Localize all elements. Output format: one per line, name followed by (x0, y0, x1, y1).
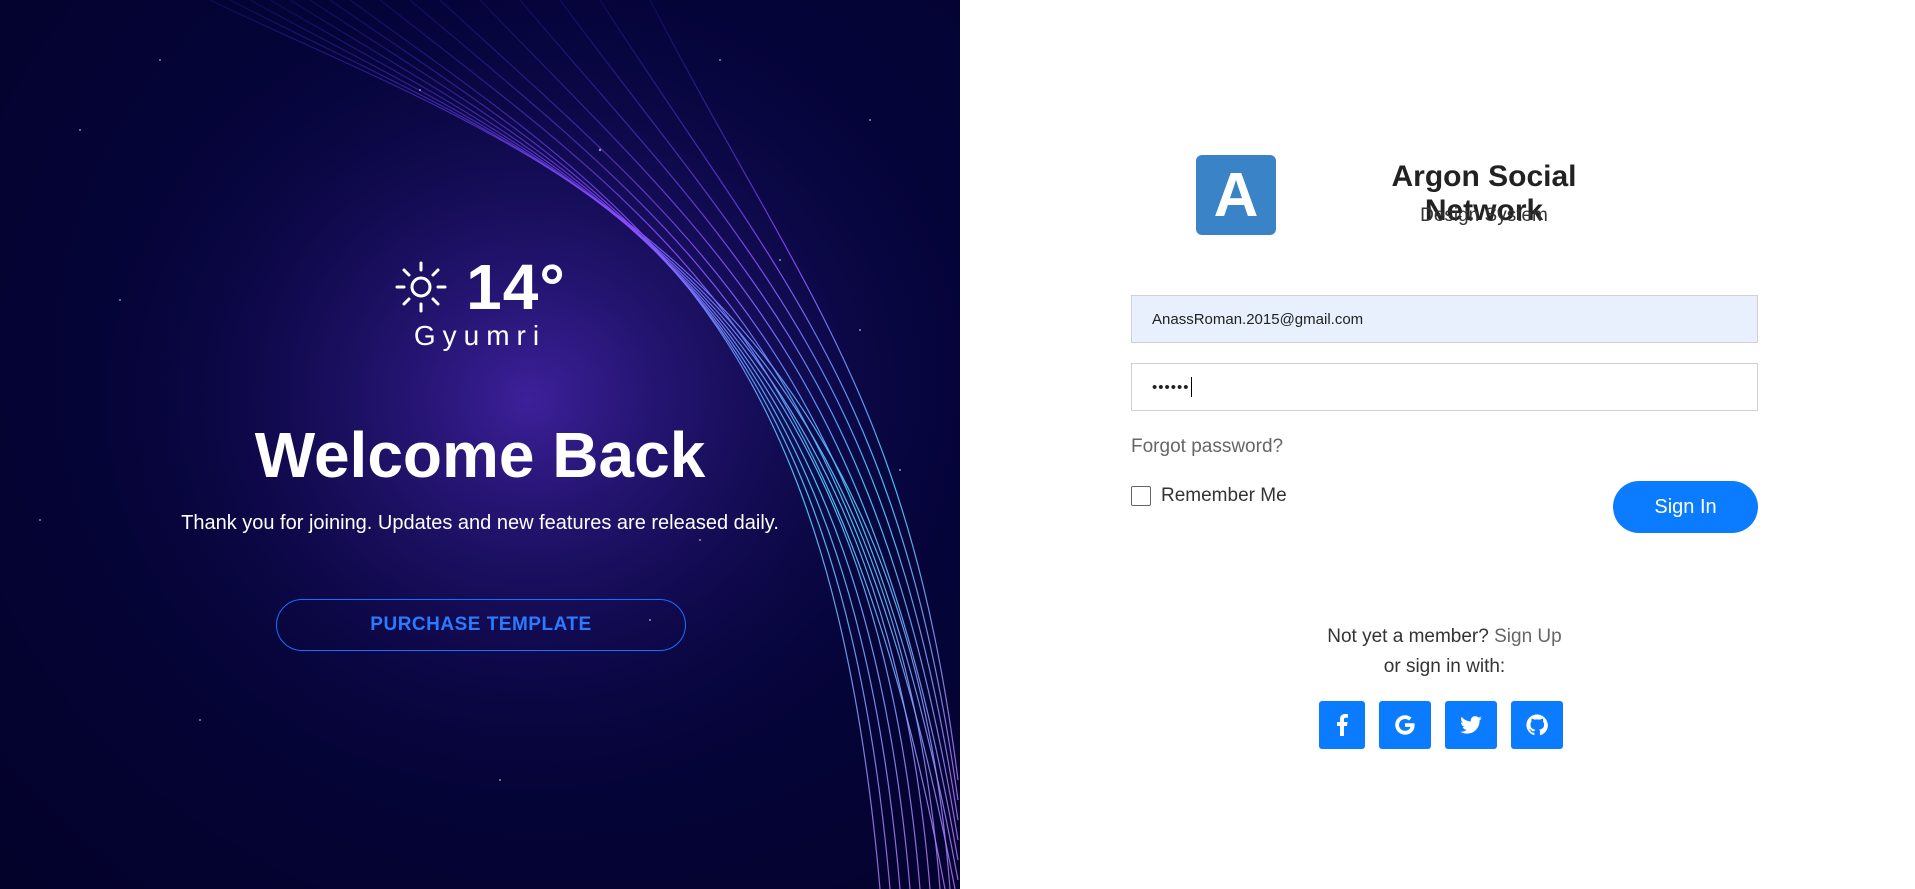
member-prompt: Not yet a member? Sign Up (1131, 626, 1758, 648)
brand-header: A Argon Social Network Design System (1196, 155, 1772, 237)
hero-panel: 14° Gyumri Welcome Back Thank you for jo… (0, 0, 960, 889)
remember-me-checkbox[interactable] (1131, 486, 1151, 506)
sign-up-link[interactable]: Sign Up (1494, 626, 1562, 647)
sun-icon (395, 261, 447, 313)
google-icon (1395, 715, 1415, 735)
twitter-icon (1460, 716, 1482, 734)
github-icon (1526, 714, 1548, 736)
brand-subtitle: Design System (1420, 205, 1548, 226)
email-value: AnassRoman.2015@gmail.com (1152, 310, 1364, 328)
google-button[interactable] (1379, 701, 1431, 749)
purchase-template-button[interactable]: PURCHASE TEMPLATE (276, 599, 686, 651)
facebook-button[interactable] (1319, 701, 1365, 749)
forgot-password-link[interactable]: Forgot password? (1131, 436, 1283, 458)
brand-logo: A (1196, 155, 1276, 235)
password-field[interactable]: •••••• (1131, 363, 1758, 411)
password-value: •••••• (1152, 378, 1190, 396)
temperature: 14° (466, 251, 566, 323)
text-caret (1190, 377, 1192, 397)
alt-signin-text: or sign in with: (1383, 656, 1506, 677)
email-field[interactable]: AnassRoman.2015@gmail.com (1131, 295, 1758, 343)
weather-widget: 14° Gyumri (0, 250, 960, 352)
twitter-button[interactable] (1445, 701, 1497, 749)
remember-me-label: Remember Me (1161, 485, 1287, 506)
social-buttons (1319, 701, 1563, 749)
sign-in-button[interactable]: Sign In (1613, 481, 1758, 533)
facebook-icon (1337, 714, 1348, 736)
welcome-tagline: Thank you for joining. Updates and new f… (181, 512, 779, 534)
github-button[interactable] (1511, 701, 1563, 749)
remember-me[interactable]: Remember Me (1131, 485, 1287, 507)
member-text: Not yet a member? (1327, 626, 1489, 647)
welcome-title: Welcome Back (254, 419, 706, 491)
city-name: Gyumri (413, 320, 547, 351)
